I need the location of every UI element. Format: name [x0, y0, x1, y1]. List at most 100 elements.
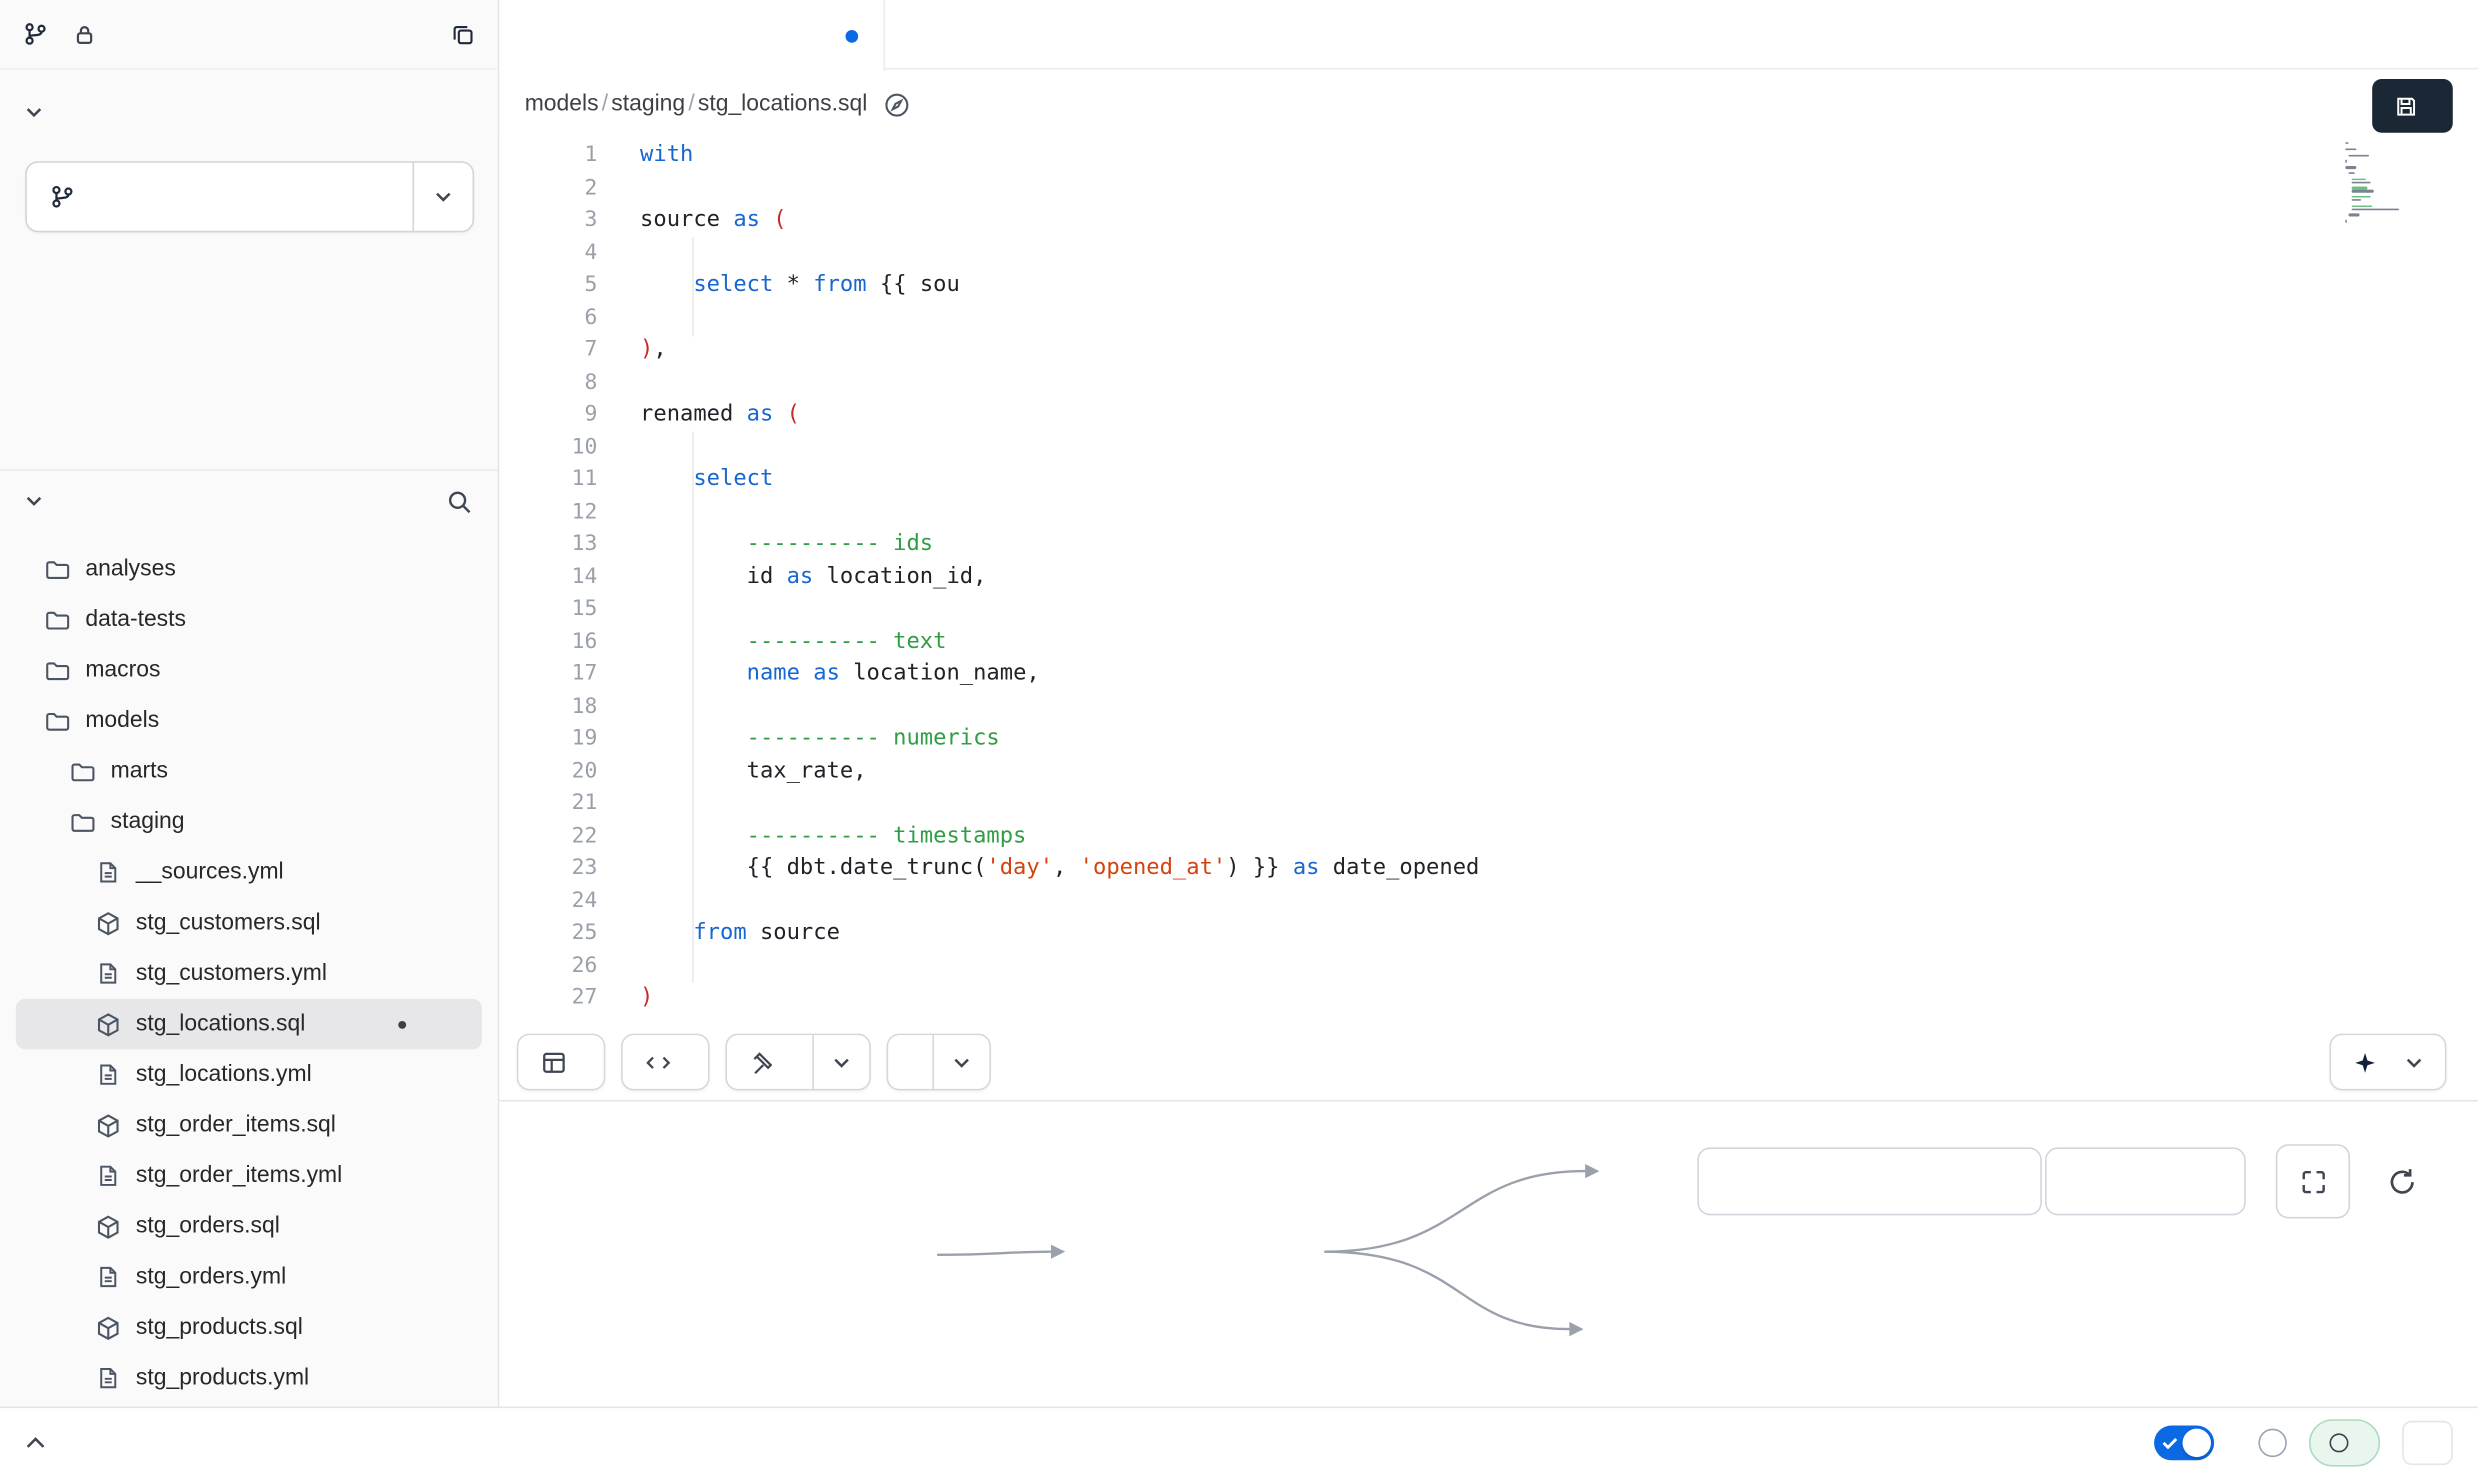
model-icon: [93, 910, 121, 937]
build-main[interactable]: [727, 1035, 812, 1089]
file-name: stg_customers.yml: [136, 961, 327, 986]
line-number: 15: [499, 593, 597, 625]
file-tree-item[interactable]: stg_orders.yml: [16, 1252, 482, 1303]
line-number: 24: [499, 884, 597, 916]
code-line: select * from {{ sou: [640, 269, 1479, 301]
compile-button[interactable]: [621, 1034, 710, 1091]
create-branch-button[interactable]: [25, 161, 474, 232]
copy-icon[interactable]: [450, 21, 475, 46]
file-tree-item[interactable]: stg_order_items.sql: [16, 1100, 482, 1151]
code-line: [640, 593, 1479, 625]
panel-expand-chevron-icon[interactable]: [25, 1437, 46, 1450]
file-tree-item[interactable]: stg_locations.sql: [16, 999, 482, 1050]
file-name: stg_locations.yml: [136, 1062, 312, 1087]
lint-button[interactable]: [887, 1034, 991, 1091]
file-tree-item[interactable]: marts: [16, 746, 482, 797]
new-tab-button[interactable]: [2415, 13, 2459, 57]
file-name: stg_locations.sql: [136, 1011, 305, 1036]
breadcrumb-item[interactable]: staging: [611, 92, 685, 117]
update-graph-button[interactable]: [2045, 1147, 2246, 1215]
dbt-copilot-button[interactable]: [2330, 1034, 2447, 1091]
lineage-selector-input[interactable]: [1697, 1147, 2042, 1215]
line-number: 7: [499, 333, 597, 365]
code-brackets-icon: [645, 1049, 672, 1076]
minimap[interactable]: [2345, 142, 2402, 223]
file-tree-item[interactable]: macros: [16, 645, 482, 696]
code-line: [640, 495, 1479, 527]
file-name: stg_order_items.sql: [136, 1113, 336, 1138]
file-explorer-header[interactable]: [0, 477, 498, 524]
lint-dropdown[interactable]: [932, 1035, 989, 1089]
breadcrumb-separator: /: [688, 92, 694, 117]
model-icon: [93, 1112, 121, 1139]
defer-toggle[interactable]: [2154, 1426, 2214, 1461]
build-dropdown[interactable]: [812, 1035, 869, 1089]
refresh-button[interactable]: [2367, 1147, 2437, 1217]
version-control-header[interactable]: [0, 89, 498, 136]
folder-icon: [68, 758, 96, 785]
docs-compass-icon[interactable]: [883, 91, 910, 118]
file-tree-item[interactable]: data-tests: [16, 594, 482, 645]
file-icon: [93, 1163, 121, 1188]
code-editor[interactable]: 1234567891011121314151617181920212223242…: [499, 139, 2478, 1024]
file-name: __sources.yml: [136, 860, 284, 885]
file-icon: [93, 1365, 121, 1390]
line-number: 3: [499, 204, 597, 236]
overflow-menu-button[interactable]: [2402, 1421, 2453, 1465]
file-name: models: [85, 708, 159, 733]
create-branch-main[interactable]: [27, 163, 413, 231]
breadcrumb-item[interactable]: models: [525, 92, 599, 117]
line-number: 10: [499, 431, 597, 463]
code-line: [640, 171, 1479, 203]
file-tree-item[interactable]: models: [16, 695, 482, 746]
file-tree-item[interactable]: analyses: [16, 544, 482, 595]
tab-stg-locations[interactable]: [499, 0, 885, 71]
model-icon: [93, 1314, 121, 1341]
file-icon: [93, 1264, 121, 1289]
file-tree-item[interactable]: stg_customers.sql: [16, 898, 482, 949]
tab-bar: [499, 0, 2478, 70]
unsaved-dot: [846, 29, 859, 42]
chevron-down-icon: [25, 106, 42, 119]
code-line: [640, 366, 1479, 398]
lint-main[interactable]: [888, 1035, 932, 1089]
lineage-canvas[interactable]: [499, 1102, 2478, 1407]
save-icon: [2394, 94, 2418, 118]
action-toolbar: [499, 1024, 2478, 1101]
file-tree-item[interactable]: stg_locations.yml: [16, 1049, 482, 1100]
file-tree-item[interactable]: stg_order_items.yml: [16, 1151, 482, 1202]
status-bar: [0, 1407, 2478, 1478]
line-number: 22: [499, 819, 597, 851]
file-tree-item[interactable]: stg_customers.yml: [16, 948, 482, 999]
file-name: stg_orders.yml: [136, 1264, 286, 1289]
help-icon[interactable]: [2258, 1429, 2286, 1457]
git-branch-icon: [22, 21, 49, 48]
preview-button[interactable]: [517, 1034, 606, 1091]
chevron-down-icon: [25, 495, 42, 508]
file-icon: [93, 1062, 121, 1087]
line-number: 20: [499, 755, 597, 787]
line-number: 16: [499, 625, 597, 657]
code-line: ---------- ids: [640, 528, 1479, 560]
build-button[interactable]: [725, 1034, 870, 1091]
line-number: 12: [499, 495, 597, 527]
fullscreen-icon: [2299, 1167, 2327, 1195]
file-tree-item[interactable]: stg_products.yml: [16, 1353, 482, 1404]
breadcrumb-item[interactable]: stg_locations.sql: [698, 92, 867, 117]
file-tree-item[interactable]: __sources.yml: [16, 847, 482, 898]
create-branch-dropdown[interactable]: [412, 163, 472, 231]
code-line: [640, 787, 1479, 819]
save-button[interactable]: [2372, 79, 2453, 133]
file-tree-item[interactable]: staging: [16, 797, 482, 848]
search-icon[interactable]: [446, 488, 473, 515]
code-line: [640, 884, 1479, 916]
code-line: [640, 236, 1479, 268]
breadcrumb: models/staging/stg_locations.sql: [525, 90, 868, 118]
fullscreen-button[interactable]: [2276, 1144, 2350, 1218]
file-tree-item[interactable]: stg_orders.sql: [16, 1201, 482, 1252]
code-content: with source as ( select * from {{ sou ),…: [640, 139, 1479, 1014]
file-tree-item[interactable]: stg_products.sql: [16, 1302, 482, 1353]
line-number-gutter: 1234567891011121314151617181920212223242…: [499, 139, 597, 1014]
code-line: ---------- timestamps: [640, 819, 1479, 851]
folder-icon: [43, 556, 71, 583]
